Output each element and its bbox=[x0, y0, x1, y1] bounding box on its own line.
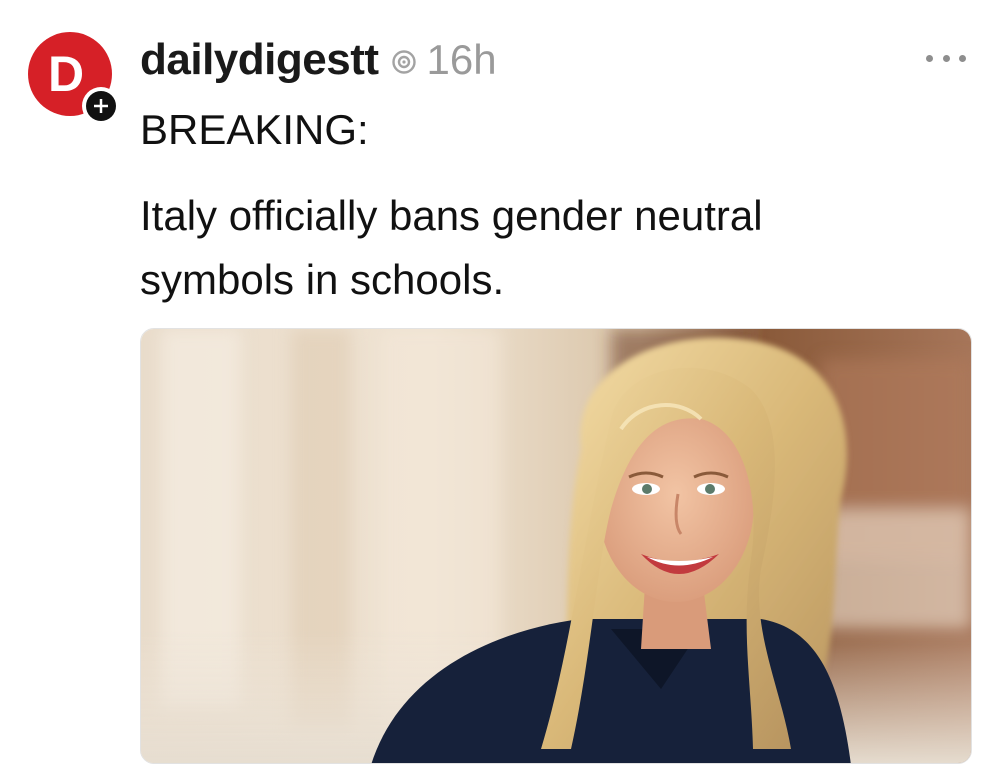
post-text-line: BREAKING: bbox=[140, 106, 369, 153]
more-horizontal-icon bbox=[926, 54, 933, 62]
post-text-line: Italy officially bans gender neutral bbox=[140, 192, 763, 239]
plus-icon bbox=[86, 91, 116, 121]
post-timestamp: 16h bbox=[426, 36, 497, 83]
more-options-button[interactable] bbox=[926, 48, 966, 68]
portrait-photo bbox=[141, 329, 971, 763]
username-link[interactable]: dailydigestt bbox=[140, 35, 379, 85]
post-header: dailydigestt 16h bbox=[140, 30, 497, 90]
follow-button[interactable] bbox=[82, 87, 120, 125]
post-text-line: symbols in schools. bbox=[140, 256, 505, 303]
thread-post: D dailydigestt 16h BREAKING: Italy offic… bbox=[0, 0, 1000, 778]
profile-avatar[interactable]: D bbox=[28, 32, 120, 125]
threads-activity-icon bbox=[391, 49, 417, 75]
post-image[interactable] bbox=[140, 328, 972, 764]
